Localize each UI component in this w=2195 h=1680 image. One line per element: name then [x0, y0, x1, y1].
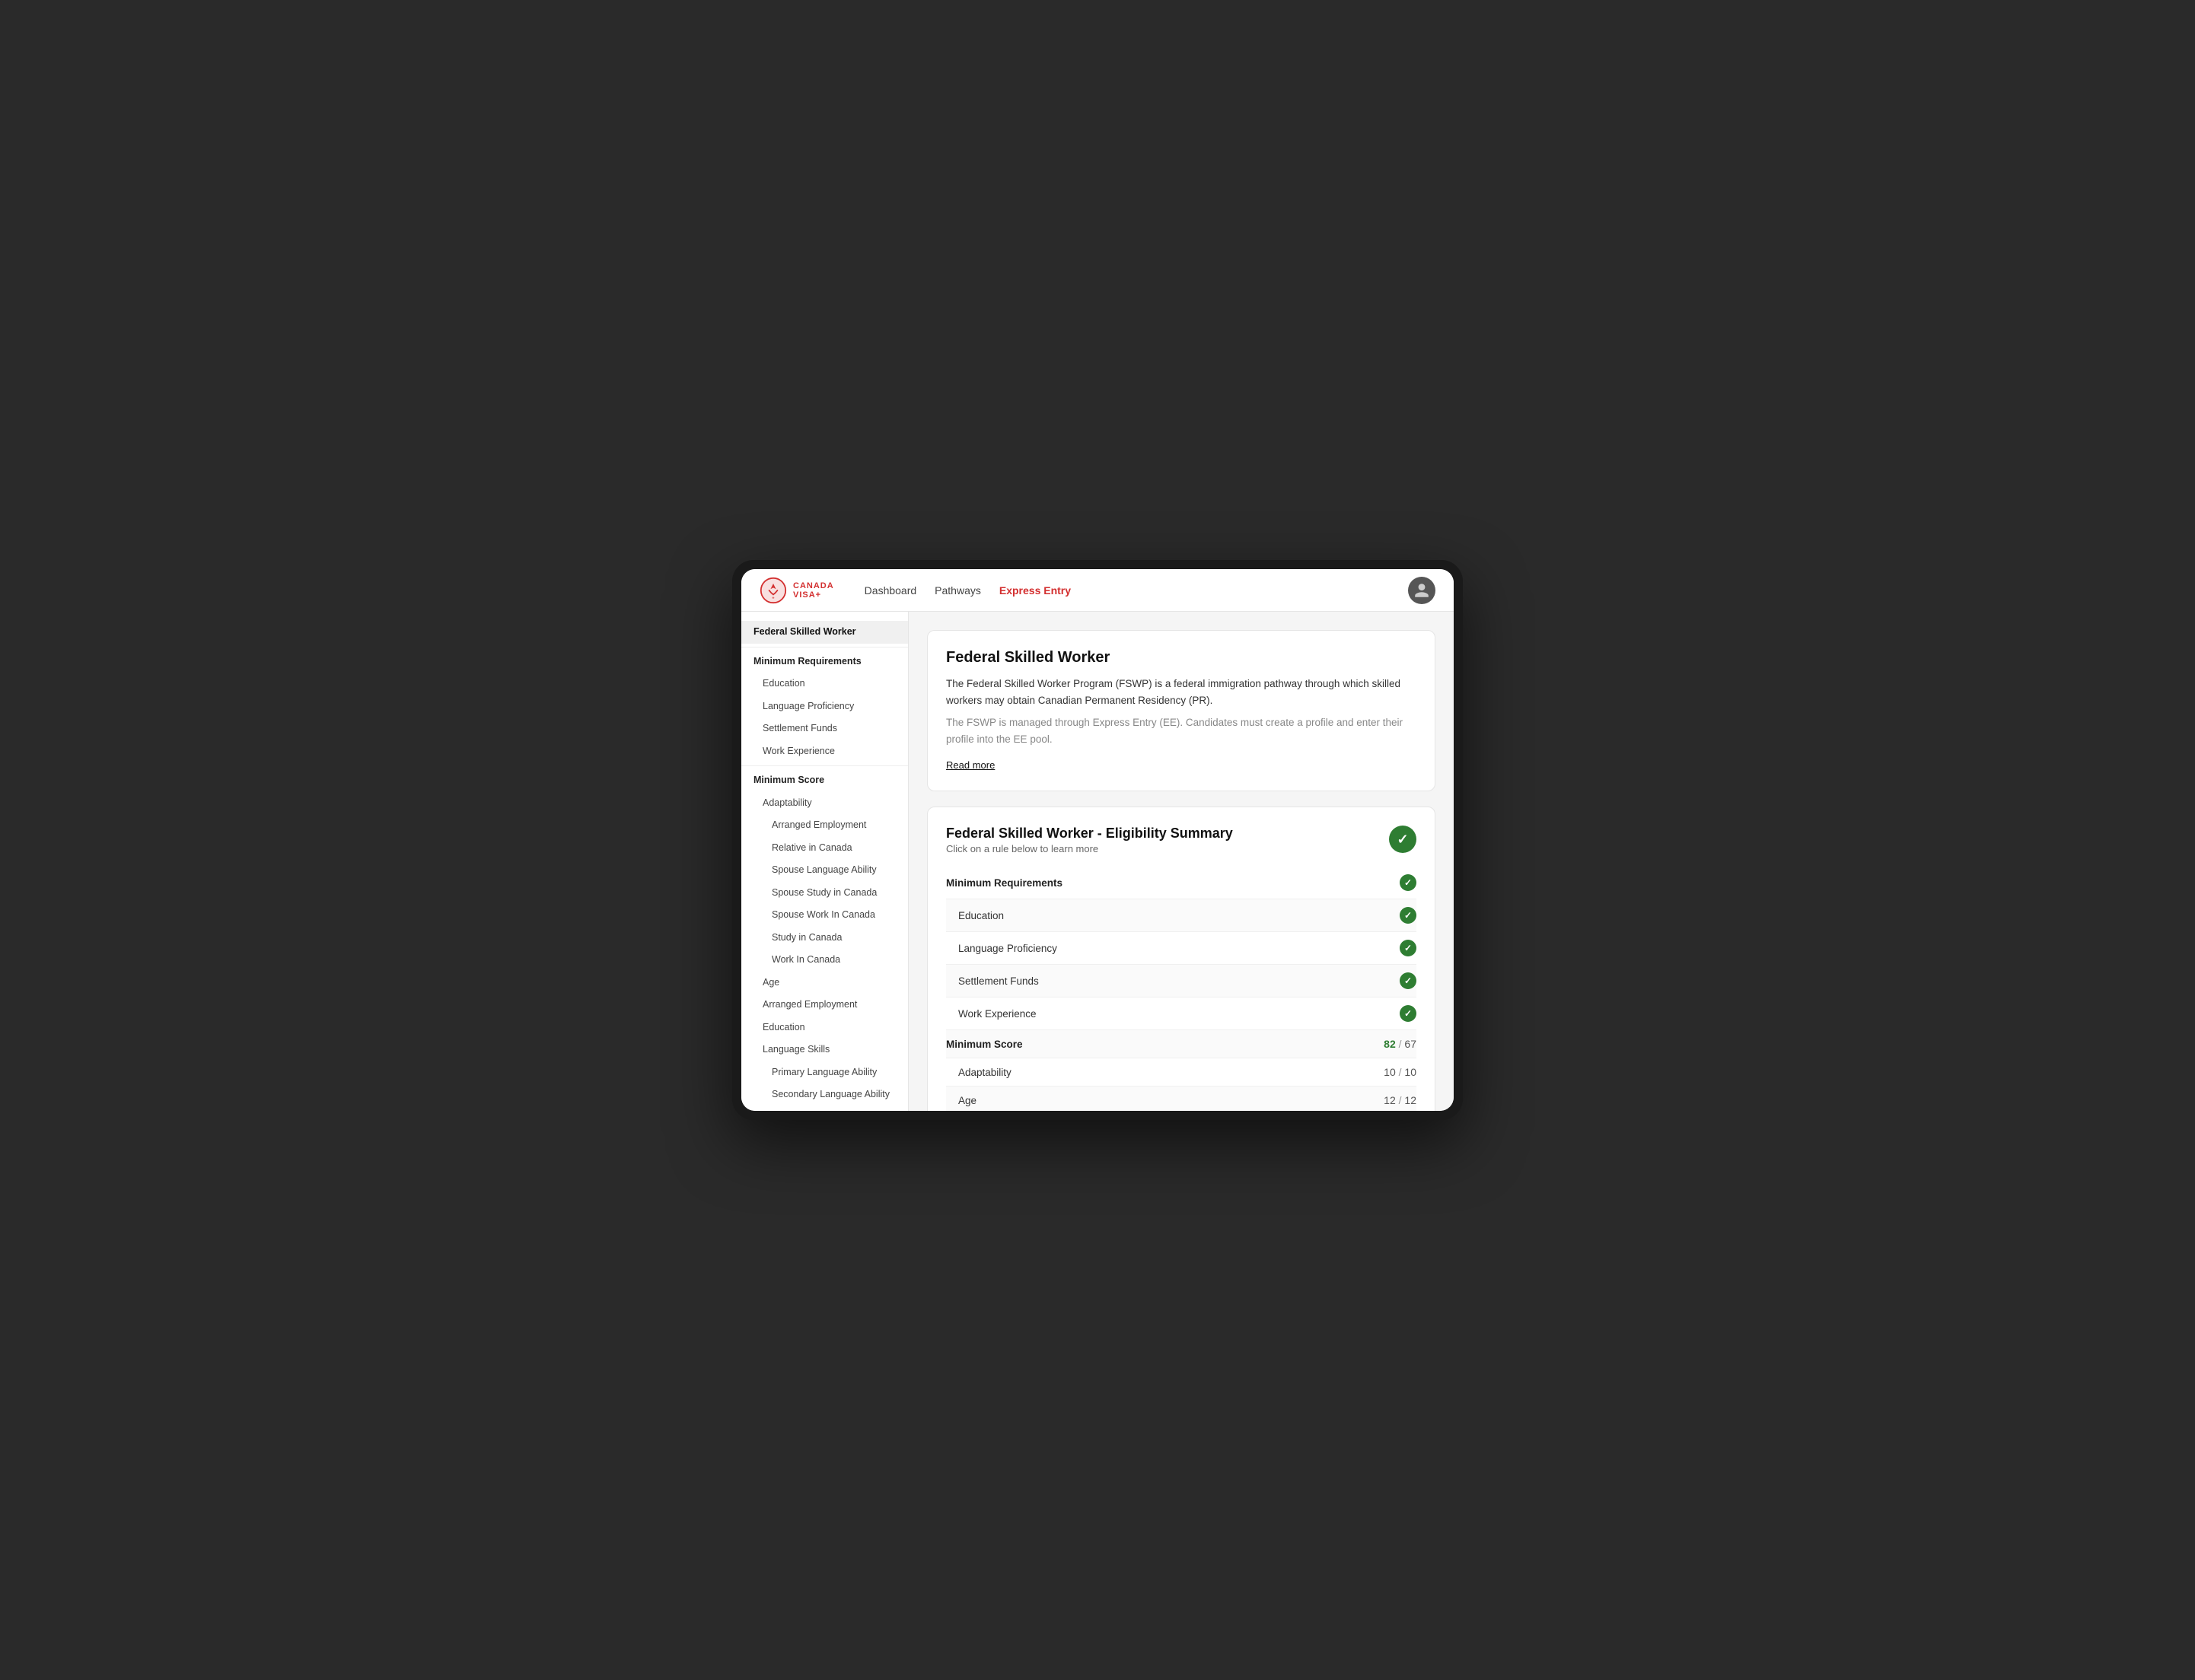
row-adaptability[interactable]: Adaptability 10 / 10 — [946, 1058, 1416, 1087]
logo-icon: + — [760, 577, 787, 604]
content-area: Federal Skilled Worker The Federal Skill… — [909, 612, 1454, 1111]
score-minimum-score: 82 / 67 — [1384, 1038, 1416, 1050]
intro-desc-2: The FSWP is managed through Express Entr… — [946, 714, 1416, 747]
main-layout: Federal Skilled Worker Minimum Requireme… — [741, 612, 1454, 1111]
sidebar-item-arranged-employment-adaptability[interactable]: Arranged Employment — [741, 814, 908, 837]
nav-express-entry[interactable]: Express Entry — [999, 581, 1071, 600]
sidebar-item-study-in-canada[interactable]: Study in Canada — [741, 927, 908, 950]
user-icon — [1413, 582, 1430, 599]
sidebar: Federal Skilled Worker Minimum Requireme… — [741, 612, 909, 1111]
nav-dashboard[interactable]: Dashboard — [865, 581, 917, 600]
nav: Dashboard Pathways Express Entry — [865, 581, 1384, 600]
check-minimum-requirements — [1400, 874, 1416, 891]
eligibility-subtitle: Click on a rule below to learn more — [946, 843, 1233, 854]
sidebar-item-spouse-work-in-canada[interactable]: Spouse Work In Canada — [741, 904, 908, 927]
sidebar-item-work-experience-min[interactable]: Work Experience — [741, 740, 908, 763]
sidebar-item-minimum-requirements[interactable]: Minimum Requirements — [741, 651, 908, 673]
nav-pathways[interactable]: Pathways — [935, 581, 981, 600]
eligibility-title-area: Federal Skilled Worker - Eligibility Sum… — [946, 826, 1233, 854]
sidebar-item-minimum-score[interactable]: Minimum Score — [741, 769, 908, 792]
check-settlement-funds — [1400, 972, 1416, 989]
check-education — [1400, 907, 1416, 924]
row-label-adaptability: Adaptability — [946, 1067, 1011, 1078]
sidebar-item-relative-in-canada[interactable]: Relative in Canada — [741, 837, 908, 860]
sidebar-item-work-in-canada[interactable]: Work In Canada — [741, 949, 908, 972]
row-education[interactable]: Education — [946, 899, 1416, 932]
row-minimum-score[interactable]: Minimum Score 82 / 67 — [946, 1030, 1416, 1058]
eligibility-title: Federal Skilled Worker - Eligibility Sum… — [946, 826, 1233, 842]
sidebar-divider-1 — [741, 647, 908, 648]
read-more-link[interactable]: Read more — [946, 759, 995, 771]
intro-card: Federal Skilled Worker The Federal Skill… — [927, 630, 1435, 791]
sidebar-item-education[interactable]: Education — [741, 1017, 908, 1039]
row-label-work-experience: Work Experience — [946, 1008, 1037, 1020]
sidebar-item-adaptability[interactable]: Adaptability — [741, 792, 908, 815]
overall-check-icon — [1389, 826, 1416, 853]
check-language-proficiency — [1400, 940, 1416, 956]
sidebar-item-language-proficiency[interactable]: Language Proficiency — [741, 695, 908, 718]
header: + CANADA VISA+ Dashboard Pathways Expres… — [741, 569, 1454, 612]
sidebar-item-age[interactable]: Age — [741, 972, 908, 994]
eligibility-header: Federal Skilled Worker - Eligibility Sum… — [946, 826, 1416, 854]
score-adaptability: 10 / 10 — [1384, 1066, 1416, 1078]
row-label-education: Education — [946, 910, 1004, 921]
sidebar-item-secondary-language-ability[interactable]: Secondary Language Ability — [741, 1083, 908, 1106]
row-language-proficiency[interactable]: Language Proficiency — [946, 932, 1416, 965]
row-label-minimum-requirements: Minimum Requirements — [946, 877, 1062, 889]
row-minimum-requirements[interactable]: Minimum Requirements — [946, 867, 1416, 899]
sidebar-item-federal-skilled-worker[interactable]: Federal Skilled Worker — [741, 621, 908, 644]
row-age[interactable]: Age 12 / 12 — [946, 1087, 1416, 1111]
row-work-experience[interactable]: Work Experience — [946, 998, 1416, 1030]
sidebar-item-education-min[interactable]: Education — [741, 673, 908, 695]
sidebar-item-language-skills[interactable]: Language Skills — [741, 1039, 908, 1061]
score-age: 12 / 12 — [1384, 1094, 1416, 1106]
sidebar-item-arranged-employment[interactable]: Arranged Employment — [741, 994, 908, 1017]
sidebar-item-spouse-study-in-canada[interactable]: Spouse Study in Canada — [741, 882, 908, 905]
intro-desc-1: The Federal Skilled Worker Program (FSWP… — [946, 676, 1416, 708]
row-label-settlement-funds: Settlement Funds — [946, 975, 1039, 987]
eligibility-card: Federal Skilled Worker - Eligibility Sum… — [927, 807, 1435, 1111]
row-label-language-proficiency: Language Proficiency — [946, 943, 1057, 954]
logo: + CANADA VISA+ — [760, 577, 834, 604]
svg-text:+: + — [772, 596, 774, 600]
row-label-age: Age — [946, 1095, 976, 1106]
sidebar-divider-2 — [741, 765, 908, 766]
user-avatar-button[interactable] — [1408, 577, 1435, 604]
intro-title: Federal Skilled Worker — [946, 649, 1416, 667]
sidebar-item-primary-language-ability[interactable]: Primary Language Ability — [741, 1061, 908, 1084]
sidebar-item-spouse-language-ability[interactable]: Spouse Language Ability — [741, 859, 908, 882]
logo-text: CANADA VISA+ — [793, 581, 834, 600]
row-label-minimum-score: Minimum Score — [946, 1039, 1023, 1050]
device-frame: + CANADA VISA+ Dashboard Pathways Expres… — [732, 560, 1463, 1120]
row-settlement-funds[interactable]: Settlement Funds — [946, 965, 1416, 998]
screen: + CANADA VISA+ Dashboard Pathways Expres… — [741, 569, 1454, 1111]
check-work-experience — [1400, 1005, 1416, 1022]
sidebar-item-settlement-funds[interactable]: Settlement Funds — [741, 718, 908, 740]
